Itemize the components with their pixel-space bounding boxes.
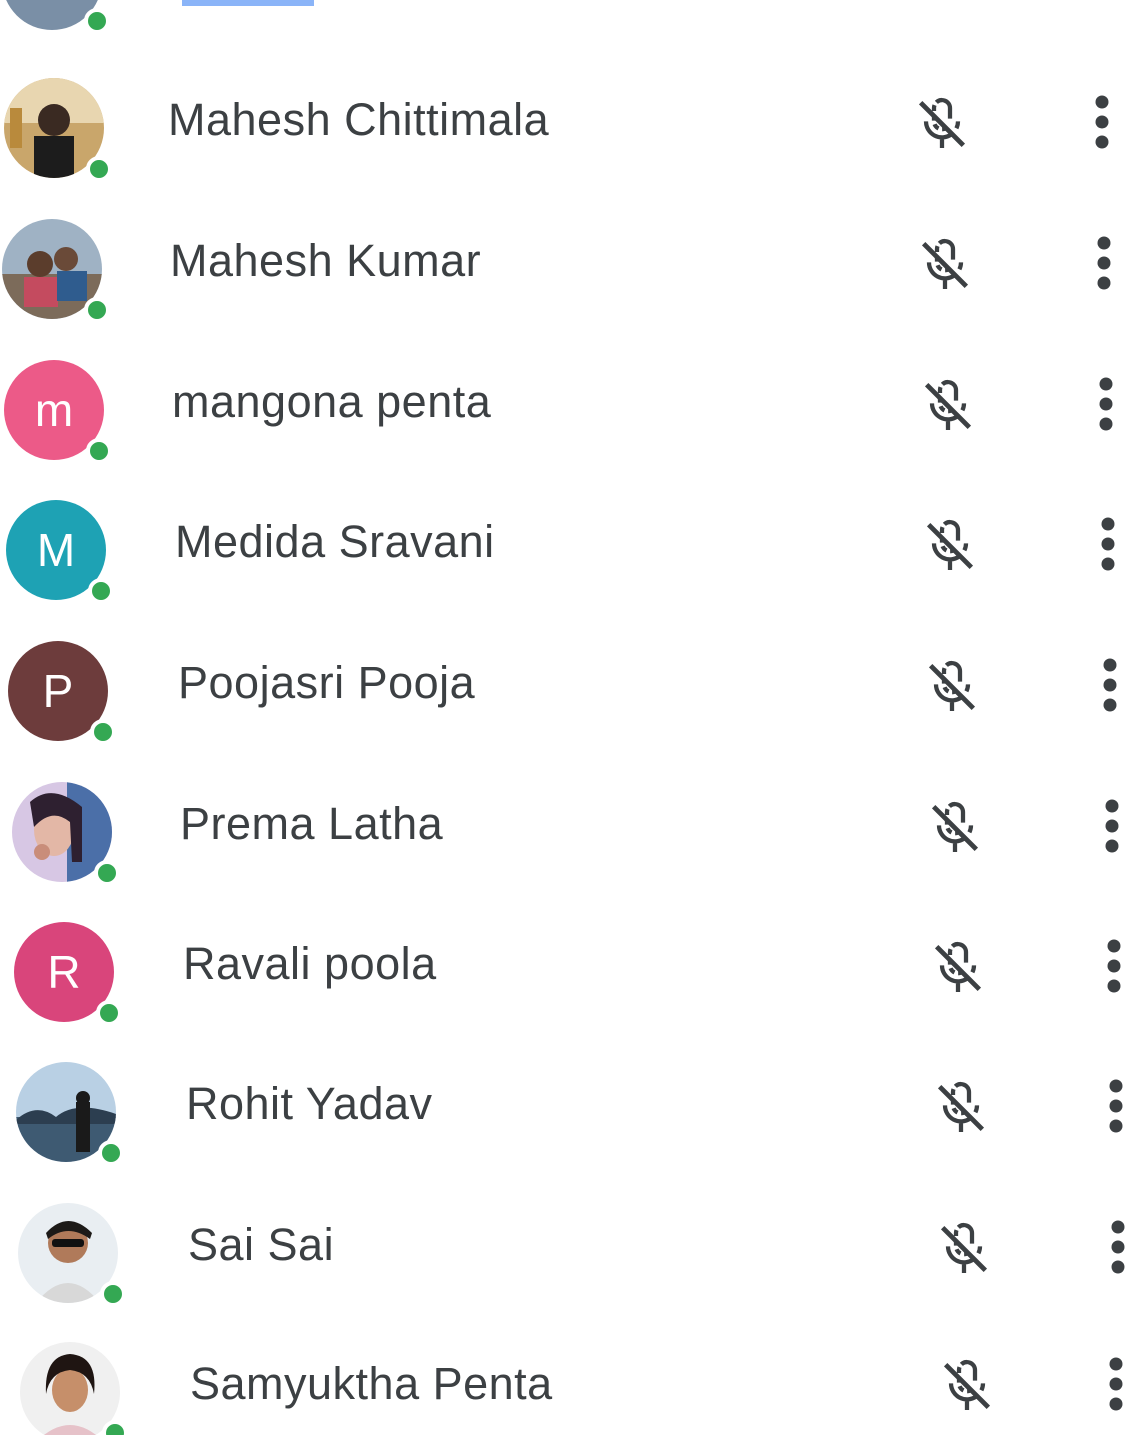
online-status-dot xyxy=(98,1140,124,1166)
online-status-dot xyxy=(100,1281,126,1307)
more-vert-icon xyxy=(1109,1079,1123,1133)
online-status-dot xyxy=(86,438,112,464)
mic-off-button[interactable] xyxy=(919,792,991,864)
selection-highlight xyxy=(182,0,314,6)
online-status-dot xyxy=(94,860,120,886)
mic-off-icon xyxy=(943,1359,991,1410)
online-status-dot xyxy=(90,719,116,745)
avatar xyxy=(18,1203,126,1307)
participant-row[interactable]: P Poojasri Pooja xyxy=(0,613,1138,754)
mic-off-button[interactable] xyxy=(906,88,978,160)
more-vert-icon xyxy=(1103,658,1117,712)
avatar xyxy=(16,1062,124,1166)
more-vert-icon xyxy=(1107,939,1121,993)
online-status-dot xyxy=(84,297,110,323)
online-status-dot xyxy=(86,156,112,182)
more-options-button[interactable] xyxy=(1094,1348,1138,1420)
more-options-button[interactable] xyxy=(1086,508,1130,580)
avatar: m xyxy=(4,360,112,464)
avatar xyxy=(20,1342,128,1435)
participant-row[interactable]: Mahesh Kumar xyxy=(0,191,1138,332)
mic-off-button[interactable] xyxy=(922,932,994,1004)
mic-off-icon xyxy=(926,519,974,570)
participant-name: Mahesh Chittimala xyxy=(168,94,550,145)
mic-off-button[interactable] xyxy=(931,1350,1003,1422)
more-vert-icon xyxy=(1095,95,1109,149)
more-vert-icon xyxy=(1099,377,1113,431)
participant-row[interactable]: m mangona penta xyxy=(0,332,1138,473)
avatar: P xyxy=(8,641,116,745)
mic-off-icon xyxy=(931,801,979,852)
more-options-button[interactable] xyxy=(1082,227,1126,299)
mic-off-icon xyxy=(918,97,966,148)
more-options-button[interactable] xyxy=(1092,930,1136,1002)
participant-row[interactable]: Rohit Yadav xyxy=(0,1034,1138,1175)
participant-row[interactable]: R Ravali poola xyxy=(0,894,1138,1035)
mic-off-icon xyxy=(921,238,969,289)
participant-name: Poojasri Pooja xyxy=(178,657,476,708)
participant-row[interactable]: M Medida Sravani xyxy=(0,472,1138,613)
more-options-button[interactable] xyxy=(1088,649,1132,721)
more-vert-icon xyxy=(1101,517,1115,571)
avatar xyxy=(2,219,110,323)
mic-off-button[interactable] xyxy=(928,1213,1000,1285)
participant-name: Ravali poola xyxy=(183,938,437,989)
participant-name: Rohit Yadav xyxy=(186,1078,433,1129)
person-photo-icon xyxy=(20,1342,120,1435)
online-status-dot xyxy=(88,578,114,604)
avatar: M xyxy=(6,500,114,604)
more-options-button[interactable] xyxy=(1090,790,1134,862)
more-vert-icon xyxy=(1105,799,1119,853)
participant-row[interactable]: Sai Sai xyxy=(0,1175,1138,1316)
mic-off-button[interactable] xyxy=(914,510,986,582)
avatar xyxy=(12,782,120,886)
mic-off-icon xyxy=(940,1222,988,1273)
avatar xyxy=(2,0,110,34)
avatar xyxy=(4,78,112,182)
participant-row[interactable]: Samyuktha Penta xyxy=(0,1312,1138,1435)
participant-name: Mahesh Kumar xyxy=(170,235,482,286)
participant-name: Prema Latha xyxy=(180,798,444,849)
participant-row[interactable]: Prema Latha xyxy=(0,754,1138,895)
participant-name: Sai Sai xyxy=(188,1219,335,1270)
more-vert-icon xyxy=(1097,236,1111,290)
participant-name: Samyuktha Penta xyxy=(190,1358,553,1409)
online-status-dot xyxy=(84,8,110,34)
more-options-button[interactable] xyxy=(1094,1070,1138,1142)
participant-row[interactable]: Mahesh Chittimala xyxy=(0,50,1138,191)
participant-name: mangona penta xyxy=(172,376,492,427)
online-status-dot xyxy=(102,1420,128,1435)
participants-list: Mahesh Chittimala Mahesh Kumar m mangona… xyxy=(0,0,1138,1435)
partial-participant-row xyxy=(0,0,1138,34)
mic-off-button[interactable] xyxy=(916,651,988,723)
more-options-button[interactable] xyxy=(1096,1211,1138,1283)
more-vert-icon xyxy=(1109,1357,1123,1411)
mic-off-icon xyxy=(924,379,972,430)
mic-off-button[interactable] xyxy=(925,1072,997,1144)
mic-off-icon xyxy=(937,1081,985,1132)
mic-off-icon xyxy=(934,941,982,992)
mic-off-button[interactable] xyxy=(912,370,984,442)
more-options-button[interactable] xyxy=(1080,86,1124,158)
online-status-dot xyxy=(96,1000,122,1026)
participant-name: Medida Sravani xyxy=(175,516,495,567)
more-options-button[interactable] xyxy=(1084,368,1128,440)
more-vert-icon xyxy=(1111,1220,1125,1274)
mic-off-button[interactable] xyxy=(909,229,981,301)
avatar: R xyxy=(14,922,122,1026)
mic-off-icon xyxy=(928,660,976,711)
